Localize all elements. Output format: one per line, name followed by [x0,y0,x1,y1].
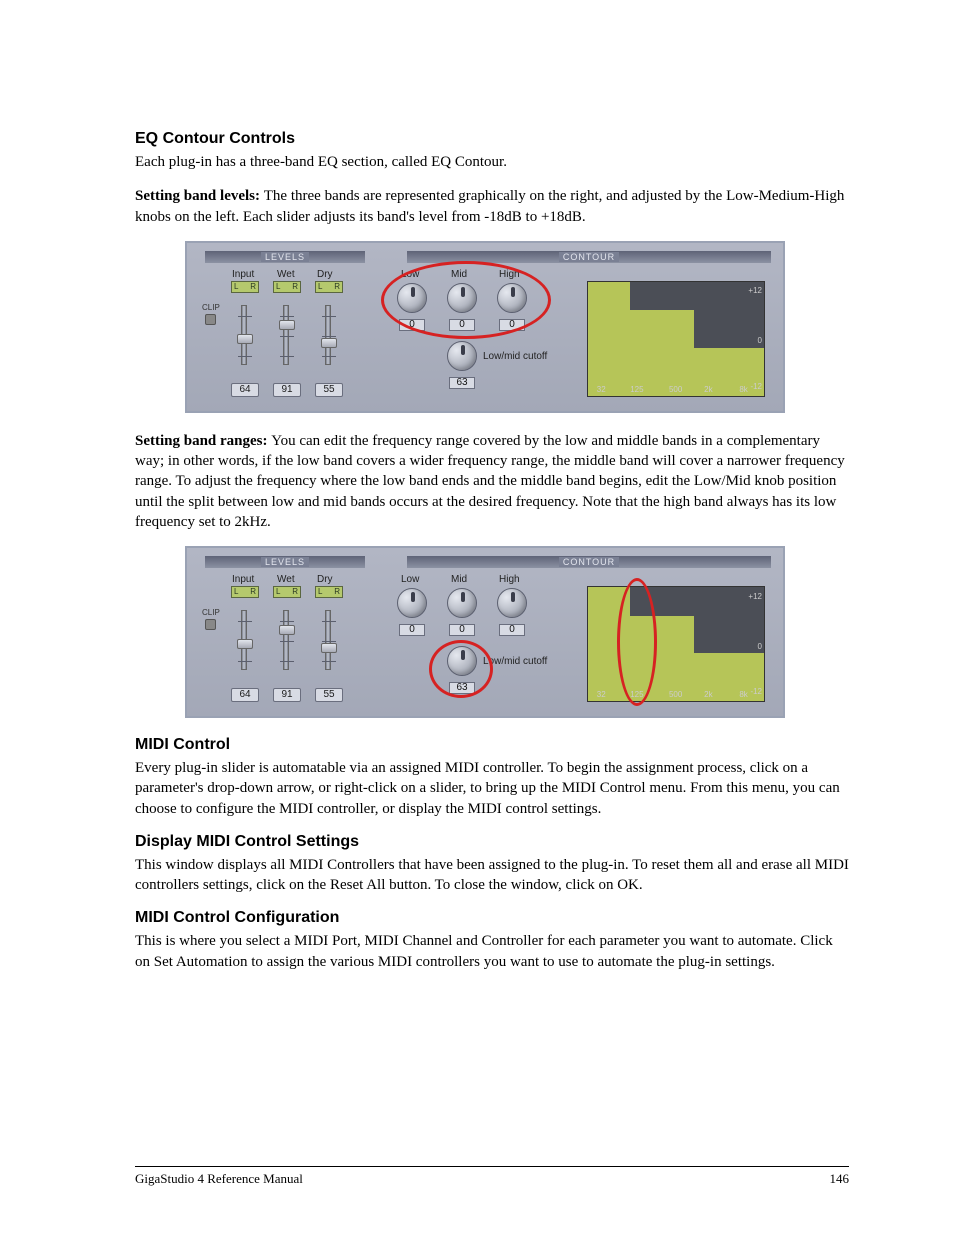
label-low-2: Low [401,574,419,585]
lr-wet-2[interactable]: LR [273,586,301,598]
knob-lowmid-value-2: 63 [449,682,475,694]
slider-thumb-input-2[interactable] [237,639,253,649]
para-midi: Every plug-in slider is automatable via … [135,758,849,819]
label-wet: Wet [277,269,295,280]
knob-high-value-2: 0 [499,624,525,636]
knob-low-value: 0 [399,319,425,331]
label-band-ranges: Setting band ranges: [135,433,271,449]
knob-mid-2[interactable] [447,588,477,618]
value-dry-2: 55 [315,688,343,702]
label-input-2: Input [232,574,254,585]
contour-title-band-2: CONTOUR [407,556,771,568]
label-lowmid: Low/mid cutoff [483,351,547,362]
knob-high[interactable] [497,283,527,313]
figure-eq-1: LEVELS CONTOUR Input Wet Dry LR LR LR CL… [185,241,785,413]
label-wet-2: Wet [277,574,295,585]
label-mid-2: Mid [451,574,467,585]
slider-dry[interactable] [325,305,331,365]
slider-thumb-input[interactable] [237,334,253,344]
slider-thumb-dry[interactable] [321,338,337,348]
value-wet-2: 91 [273,688,301,702]
heading-midi: MIDI Control [135,736,849,754]
label-clip: CLIP [202,303,220,312]
lr-wet[interactable]: LR [273,281,301,293]
lr-input[interactable]: LR [231,281,259,293]
slider-thumb-wet[interactable] [279,320,295,330]
para-midi-cfg: This is where you select a MIDI Port, MI… [135,931,849,972]
slider-wet-2[interactable] [283,610,289,670]
value-dry: 55 [315,383,343,397]
knob-high-2[interactable] [497,588,527,618]
slider-thumb-dry-2[interactable] [321,643,337,653]
slider-thumb-wet-2[interactable] [279,625,295,635]
knob-lowmid-value: 63 [449,377,475,389]
heading-display-midi: Display MIDI Control Settings [135,833,849,851]
footer-page: 146 [830,1171,850,1187]
knob-low-2[interactable] [397,588,427,618]
label-input: Input [232,269,254,280]
page-footer: GigaStudio 4 Reference Manual 146 [135,1166,849,1187]
knob-lowmid-2[interactable] [447,646,477,676]
value-input-2: 64 [231,688,259,702]
label-low: Low [401,269,419,280]
levels-title-band-2: LEVELS [205,556,365,568]
slider-dry-2[interactable] [325,610,331,670]
knob-mid[interactable] [447,283,477,313]
value-wet: 91 [273,383,301,397]
lr-dry-2[interactable]: LR [315,586,343,598]
lr-dry[interactable]: LR [315,281,343,293]
slider-input[interactable] [241,305,247,365]
value-input: 64 [231,383,259,397]
label-high: High [499,269,520,280]
label-dry-2: Dry [317,574,333,585]
figure-eq-2: LEVELS CONTOUR Input Wet Dry LR LR LR CL… [185,546,785,718]
footer-title: GigaStudio 4 Reference Manual [135,1171,303,1187]
para-band-ranges: Setting band ranges: You can edit the fr… [135,431,849,532]
label-clip-2: CLIP [202,608,220,617]
lr-input-2[interactable]: LR [231,586,259,598]
para-eq-intro: Each plug-in has a three-band EQ section… [135,152,849,172]
slider-input-2[interactable] [241,610,247,670]
clip-indicator-2[interactable] [205,619,216,630]
para-display-midi: This window displays all MIDI Controller… [135,855,849,896]
knob-high-value: 0 [499,319,525,331]
knob-mid-value: 0 [449,319,475,331]
slider-wet[interactable] [283,305,289,365]
knob-low[interactable] [397,283,427,313]
heading-eq-contour: EQ Contour Controls [135,130,849,148]
para-band-levels: Setting band levels: The three bands are… [135,186,849,227]
contour-title-band: CONTOUR [407,251,771,263]
label-dry: Dry [317,269,333,280]
label-high-2: High [499,574,520,585]
knob-mid-value-2: 0 [449,624,475,636]
label-band-levels: Setting band levels: [135,188,264,204]
eq-chart: 32 125 500 2k 8k +12 0 -12 [587,281,765,397]
clip-indicator[interactable] [205,314,216,325]
label-mid: Mid [451,269,467,280]
knob-lowmid[interactable] [447,341,477,371]
levels-title-band: LEVELS [205,251,365,263]
eq-chart-2: 32 125 500 2k 8k +12 0 -12 [587,586,765,702]
heading-midi-cfg: MIDI Control Configuration [135,909,849,927]
label-lowmid-2: Low/mid cutoff [483,656,547,667]
knob-low-value-2: 0 [399,624,425,636]
